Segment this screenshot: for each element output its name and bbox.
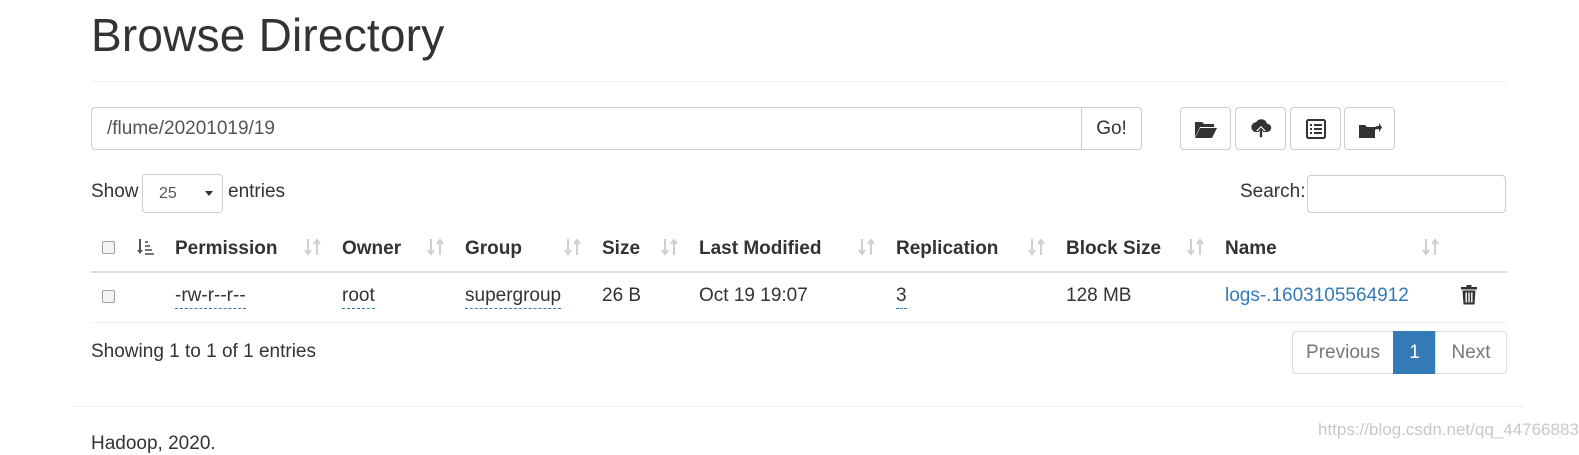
search-input[interactable] [1307, 175, 1506, 213]
file-name-link[interactable]: logs-.1603105564912 [1225, 285, 1409, 307]
previous-page-button[interactable]: Previous [1292, 331, 1394, 374]
trash-icon[interactable] [1461, 285, 1477, 305]
select-all-checkbox[interactable] [102, 241, 115, 254]
col-header-block-size[interactable]: Block Size [1066, 238, 1161, 260]
owner-cell[interactable]: root [342, 285, 375, 309]
cloud-upload-icon [1250, 118, 1271, 138]
permission-cell[interactable]: -rw-r--r-- [175, 285, 246, 309]
create-directory-button[interactable] [1180, 107, 1231, 150]
sort-both-icon[interactable] [1028, 237, 1046, 257]
col-header-last-modified[interactable]: Last Modified [699, 238, 821, 260]
group-cell[interactable]: supergroup [465, 285, 562, 309]
col-header-group[interactable]: Group [465, 238, 522, 260]
table-header-divider [91, 271, 1507, 273]
col-header-name[interactable]: Name [1225, 238, 1277, 260]
path-bar: Go! [91, 107, 1142, 150]
directory-path-input[interactable] [91, 107, 1081, 150]
sort-both-icon[interactable] [858, 237, 876, 257]
upload-files-button[interactable] [1235, 107, 1286, 150]
sort-amount-icon[interactable] [137, 238, 155, 256]
table-info: Showing 1 to 1 of 1 entries [91, 341, 316, 362]
header-divider [91, 81, 1507, 82]
page-length-value: 25 [159, 184, 177, 202]
sort-both-icon[interactable] [661, 237, 679, 257]
page-1-button[interactable]: 1 [1393, 331, 1436, 374]
next-page-button[interactable]: Next [1435, 331, 1507, 374]
pagination: Previous 1 Next [1292, 331, 1507, 374]
col-header-permission[interactable]: Permission [175, 238, 277, 260]
sort-both-icon[interactable] [427, 237, 445, 257]
sort-both-icon[interactable] [1187, 237, 1205, 257]
folder-open-icon [1194, 121, 1217, 138]
sort-both-icon[interactable] [304, 237, 322, 257]
cut-paste-button[interactable] [1290, 107, 1341, 150]
entries-label: entries [228, 181, 286, 202]
block-size-cell: 128 MB [1066, 285, 1132, 306]
caret-down-icon [205, 191, 213, 196]
search-label: Search: [1240, 181, 1306, 202]
go-button[interactable]: Go! [1081, 107, 1142, 150]
page-length-select[interactable]: 25 [142, 174, 223, 213]
row-divider [91, 322, 1507, 323]
folder-share-icon [1358, 122, 1382, 138]
replication-cell[interactable]: 3 [896, 285, 907, 309]
sort-both-icon[interactable] [1422, 237, 1440, 257]
row-select-checkbox[interactable] [102, 290, 115, 303]
col-header-owner[interactable]: Owner [342, 238, 401, 260]
last-modified-cell: Oct 19 19:07 [699, 285, 808, 306]
col-header-replication[interactable]: Replication [896, 238, 998, 260]
footer-divider [72, 406, 1524, 407]
sort-both-icon[interactable] [564, 237, 582, 257]
watermark: https://blog.csdn.net/qq_44766883 [1318, 420, 1579, 439]
show-label: Show [91, 181, 139, 202]
paste-button[interactable] [1344, 107, 1395, 150]
col-header-size[interactable]: Size [602, 238, 640, 260]
size-cell: 26 B [602, 285, 642, 306]
page-title: Browse Directory [91, 9, 445, 61]
footer-text: Hadoop, 2020. [91, 433, 216, 454]
list-alt-icon [1305, 118, 1326, 139]
